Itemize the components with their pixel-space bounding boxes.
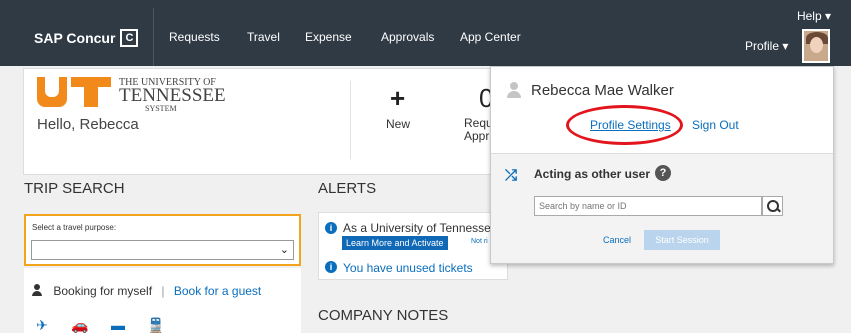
profile-dropdown: Rebecca Mae Walker Profile Settings Sign… bbox=[490, 66, 834, 264]
greeting: Hello, Rebecca bbox=[37, 116, 139, 133]
acting-as-other-user-section: ⤮ Acting as other user ? Cancel Start Se… bbox=[491, 153, 833, 263]
help-menu[interactable]: Help ▾ bbox=[797, 9, 831, 23]
flight-icon[interactable]: ✈ bbox=[32, 318, 52, 333]
profile-name: Rebecca Mae Walker bbox=[531, 82, 674, 99]
info-icon: i bbox=[325, 222, 337, 234]
avatar-face bbox=[810, 37, 823, 53]
info-icon: i bbox=[325, 261, 337, 273]
cancel-button[interactable]: Cancel bbox=[603, 235, 631, 245]
alerts-title: ALERTS bbox=[318, 180, 377, 197]
nav-app-center[interactable]: App Center bbox=[460, 30, 521, 44]
hotel-icon[interactable]: ▬ bbox=[108, 318, 128, 333]
user-icon bbox=[507, 82, 521, 98]
travel-purpose-box: Select a travel purpose: ⌄ bbox=[24, 214, 301, 266]
profile-menu[interactable]: Profile ▾ bbox=[745, 39, 788, 53]
rail-icon[interactable]: 🚆 bbox=[146, 318, 166, 333]
header-divider bbox=[350, 81, 351, 159]
travel-mode-tabs: ✈ 🚗 ▬ 🚆 bbox=[32, 318, 166, 333]
highlight-oval bbox=[566, 105, 683, 145]
nav-approvals[interactable]: Approvals bbox=[381, 30, 434, 44]
chevron-down-icon: ⌄ bbox=[279, 244, 289, 256]
start-session-button[interactable]: Start Session bbox=[644, 230, 720, 250]
requests-label-line2: Appr bbox=[464, 129, 490, 143]
search-icon[interactable] bbox=[762, 196, 783, 216]
alerts-panel: i As a University of Tennessee e Learn M… bbox=[318, 212, 508, 280]
booking-separator: | bbox=[161, 284, 165, 298]
company-notes-title: COMPANY NOTES bbox=[318, 307, 449, 324]
nav-expense[interactable]: Expense bbox=[305, 30, 352, 44]
travel-purpose-label: Select a travel purpose: bbox=[32, 223, 117, 232]
book-for-guest-link[interactable]: Book for a guest bbox=[174, 284, 261, 298]
booking-for-myself[interactable]: Booking for myself bbox=[53, 284, 152, 298]
unused-tickets-link[interactable]: You have unused tickets bbox=[343, 261, 473, 275]
not-right-link[interactable]: Not ri bbox=[471, 238, 488, 245]
plus-icon[interactable]: + bbox=[390, 83, 405, 114]
brand-text: SAP Concur bbox=[34, 30, 116, 46]
logo-line-3: SYSTEM bbox=[145, 104, 177, 113]
sap-concur-logo[interactable]: SAP Concur C bbox=[34, 29, 139, 47]
trip-search-title: TRIP SEARCH bbox=[24, 180, 125, 197]
alert-message-1: As a University of Tennessee e bbox=[343, 221, 508, 235]
acting-as-label: Acting as other user bbox=[534, 167, 651, 181]
trip-search-panel: Booking for myself | Book for a guest ✈ … bbox=[24, 268, 301, 333]
requests-label-line1: Requ bbox=[464, 116, 493, 130]
new-button-label[interactable]: New bbox=[386, 117, 410, 131]
shuffle-icon: ⤮ bbox=[505, 167, 518, 184]
user-icon bbox=[32, 284, 42, 296]
user-search-input[interactable] bbox=[534, 196, 762, 216]
ut-mark-icon bbox=[37, 77, 113, 107]
sign-out-link[interactable]: Sign Out bbox=[692, 118, 739, 132]
profile-dropdown-header: Rebecca Mae Walker Profile Settings Sign… bbox=[491, 67, 833, 153]
car-icon[interactable]: 🚗 bbox=[70, 318, 90, 333]
concur-mark-icon: C bbox=[120, 29, 139, 47]
learn-more-button[interactable]: Learn More and Activate bbox=[342, 236, 448, 250]
nav-divider bbox=[153, 8, 154, 66]
nav-travel[interactable]: Travel bbox=[247, 30, 280, 44]
avatar[interactable] bbox=[802, 29, 830, 63]
help-icon[interactable]: ? bbox=[655, 165, 671, 181]
top-nav-bar: SAP Concur C Requests Travel Expense App… bbox=[0, 0, 851, 66]
nav-requests[interactable]: Requests bbox=[169, 30, 220, 44]
booking-options: Booking for myself | Book for a guest bbox=[32, 284, 261, 298]
requests-approval-label[interactable]: Requ Appr bbox=[464, 117, 493, 143]
travel-purpose-select[interactable]: ⌄ bbox=[31, 240, 294, 260]
